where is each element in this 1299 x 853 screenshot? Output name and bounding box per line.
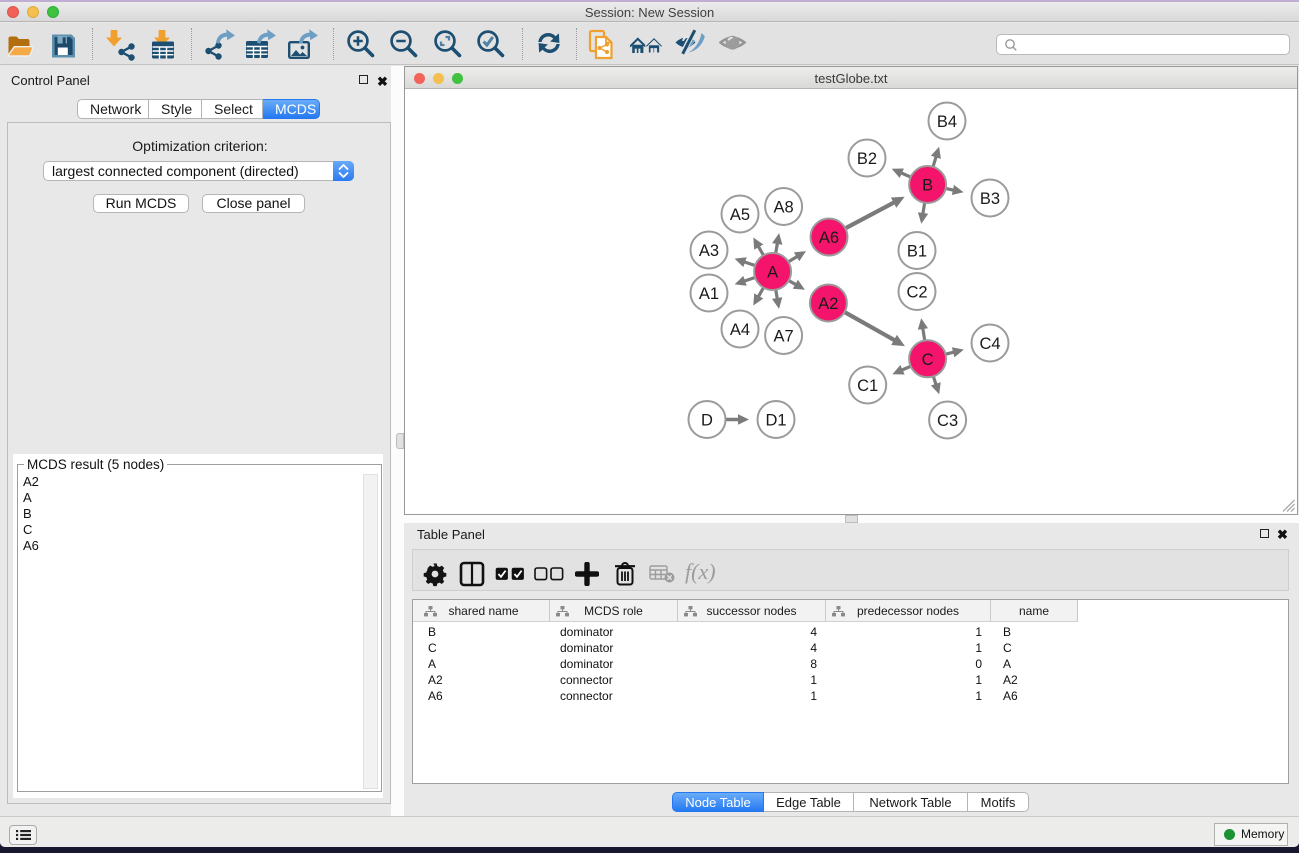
svg-text:A8: A8 [774,199,794,217]
svg-text:A2: A2 [818,295,838,313]
svg-text:D1: D1 [765,412,786,430]
svg-text:B1: B1 [907,243,927,261]
svg-text:A6: A6 [819,229,839,247]
svg-text:C3: C3 [937,412,958,430]
svg-text:A3: A3 [699,242,719,260]
svg-text:A4: A4 [730,321,750,339]
svg-text:A5: A5 [730,206,750,224]
svg-text:A1: A1 [699,285,719,303]
svg-text:D: D [701,412,713,430]
svg-text:B4: B4 [937,113,957,131]
svg-text:C2: C2 [906,284,927,302]
svg-text:A: A [767,264,778,282]
svg-text:B: B [922,177,933,195]
svg-text:C1: C1 [857,377,878,395]
svg-text:A7: A7 [774,328,794,346]
svg-text:B3: B3 [980,190,1000,208]
svg-text:B2: B2 [857,150,877,168]
svg-text:C4: C4 [979,335,1000,353]
svg-text:C: C [922,351,934,369]
